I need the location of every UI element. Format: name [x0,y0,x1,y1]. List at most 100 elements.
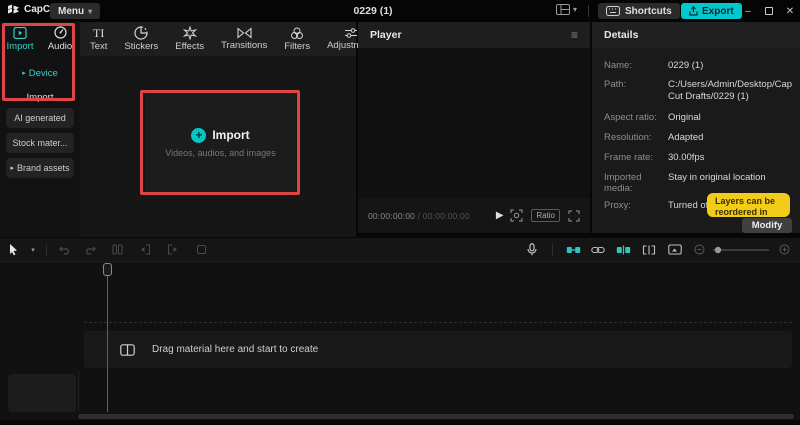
capcut-logo-icon [8,4,19,14]
delete-icon [196,245,206,254]
details-title: Details [604,29,639,41]
caret-icon: ▸ [10,165,14,172]
cover-button[interactable] [662,244,688,255]
details-row-name: Name: 0229 (1) [604,60,796,72]
preview-axis-icon [616,245,630,254]
topbar-divider [588,5,589,17]
toolbar-divider [46,243,47,256]
fullscreen-icon[interactable] [568,210,580,222]
details-row-imported-media: Imported media: Stay in original locatio… [604,172,796,194]
tool-transitions[interactable]: Transitions [221,27,267,51]
timeline-panel [0,238,800,420]
undo-button[interactable] [53,245,77,255]
sidebar-item-import[interactable]: Import [0,87,80,107]
maximize-icon [765,7,773,15]
play-button[interactable]: ▶ [496,210,504,221]
delete-right-button[interactable] [159,244,187,255]
layout-icon [556,4,570,15]
split-track-toggle[interactable] [636,244,662,255]
details-header: Details [592,22,800,48]
modify-button[interactable]: Modify [742,218,792,233]
timeline-dropzone-text: Drag material here and start to create [152,344,319,355]
sidebar-item-brand-assets[interactable]: ▸ Brand assets [6,158,74,178]
zoom-out-icon [694,244,704,255]
fit-preview-icon[interactable] [510,209,523,222]
delete-left-icon [141,244,150,255]
tool-filters[interactable]: Filters [284,27,310,52]
tab-import[interactable]: Import [0,22,40,56]
workspace-layout-button[interactable]: ▾ [556,4,577,15]
details-value: 30.00fps [668,152,705,163]
sidebar-item-device[interactable]: ▸ Device [0,63,80,83]
main-track-magnet-toggle[interactable] [560,245,586,255]
playhead-handle[interactable] [103,263,112,276]
link-icon [591,246,605,253]
minimize-button[interactable]: – [740,3,756,19]
zoom-in-button[interactable] [772,244,796,255]
playhead-line[interactable] [107,263,108,412]
delete-button[interactable] [187,244,215,255]
maximize-button[interactable] [761,3,777,19]
tool-filters-label: Filters [284,40,311,52]
tool-effects-label: Effects [175,41,205,52]
media-toolbar: TI Text Stickers Effects Transitions Fil… [80,22,375,56]
close-button[interactable]: ✕ [782,3,798,19]
shortcuts-button[interactable]: Shortcuts [598,3,680,19]
record-voiceover-button[interactable] [519,243,545,256]
sidebar-item-ai-generated[interactable]: AI generated [6,108,74,128]
delete-left-button[interactable] [131,244,159,255]
tool-effects[interactable]: Effects [175,26,204,52]
sidebar-item-stock-materials[interactable]: Stock mater... [6,133,74,153]
select-tool-button[interactable] [0,243,26,256]
tool-text[interactable]: TI Text [90,26,107,52]
chevron-down-icon[interactable]: ▾ [26,246,40,254]
zoom-out-button[interactable] [688,244,710,255]
transitions-icon [237,27,252,39]
details-value: Stay in original location [668,172,766,183]
media-sidebar: ▸ Device Import AI generated Stock mater… [0,56,80,237]
timeline-zoom-slider[interactable] [710,245,772,255]
timeline-toolbar: ▾ [0,238,800,262]
timeline-dropzone[interactable]: Drag material here and start to create [84,331,792,368]
player-header: Player ≡ [358,22,590,48]
audio-icon [53,26,67,39]
redo-button[interactable] [77,245,103,255]
redo-icon [86,246,96,255]
close-icon: ✕ [785,5,795,17]
player-menu-icon[interactable]: ≡ [571,28,578,42]
menu-label: Menu [58,5,85,17]
export-button[interactable]: Export [681,3,742,19]
tab-audio[interactable]: Audio [40,22,80,56]
split-track-icon [642,244,656,255]
import-dropzone-title: Import [212,128,250,142]
magnet-icon [566,246,580,253]
minimize-icon: – [745,5,751,17]
tool-stickers[interactable]: Stickers [124,26,158,52]
shortcuts-label: Shortcuts [625,5,672,17]
toolbar-divider [552,243,553,256]
sidebar-item-ai-generated-label: AI generated [14,113,66,123]
plus-icon: + [191,127,207,143]
details-value: 0229 (1) [668,60,704,71]
keyboard-icon [606,6,620,16]
upload-icon [689,6,698,16]
ratio-button[interactable]: Ratio [531,209,560,222]
top-bar [0,0,800,22]
preview-axis-toggle[interactable] [610,245,636,255]
linkage-toggle[interactable] [586,245,610,255]
sidebar-item-import-label: Import [26,91,54,103]
details-label: Name: [604,60,632,71]
details-label: Aspect ratio: [604,112,657,123]
adjustment-icon [344,28,357,38]
import-media-icon [13,26,27,39]
horizontal-scrollbar[interactable] [78,414,794,419]
chevron-down-icon: ▾ [573,5,578,14]
split-button[interactable] [103,244,131,255]
sidebar-item-brand-assets-label: Brand assets [16,163,70,173]
import-dropzone[interactable]: + Import Videos, audios, and images [145,93,296,192]
tab-audio-label: Audio [47,41,73,52]
media-tabs-strip: Import Audio [0,22,80,56]
track-header-divider [78,370,79,412]
player-controls: 00:00:00:00 / 00:00:00:00 ▶ Ratio [358,198,590,233]
menu-button[interactable]: Menu ▾ [50,3,101,19]
